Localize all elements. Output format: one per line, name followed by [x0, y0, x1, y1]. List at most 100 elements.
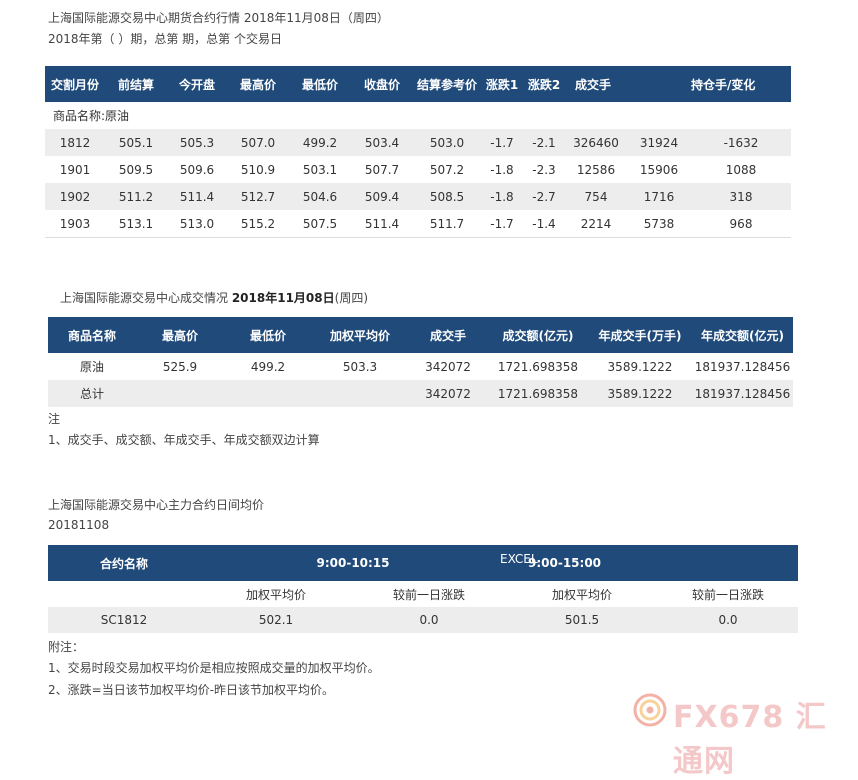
cell: 507.7	[364, 162, 400, 177]
col-product: 商品名称	[48, 317, 136, 353]
col-session-morning: 9:00-10:15	[200, 545, 506, 581]
subheader-weighted-avg-2: 加权平均价	[551, 587, 612, 602]
table-row: 原油 525.9 499.2 503.3 342072 1721.698358 3589.1…	[48, 353, 793, 380]
footnote-line-2: 2、涨跌=当日该节加权平均价-昨日该节加权平均价。	[48, 683, 335, 697]
table2-header-row: 商品名称 最高价 最低价 加权平均价 成交手 成交额(亿元) 年成交手(万手) …	[48, 317, 793, 353]
category-row: 商品名称:原油	[45, 102, 791, 129]
cell: 318	[691, 183, 791, 210]
excel-link[interactable]: EXCEL	[500, 552, 538, 566]
col-blank	[627, 66, 691, 102]
col-session-full: 9:00-15:00	[506, 545, 798, 581]
cell: 326460	[565, 129, 627, 156]
cell: 525.9	[162, 359, 198, 374]
cell: 181937.128456	[694, 359, 791, 374]
cell: 503.4	[351, 129, 413, 156]
cell: 501.5	[506, 607, 658, 633]
watermark: FX678 汇通网	[633, 690, 843, 779]
cell: 511.7	[413, 210, 481, 238]
cell: 1721.698358	[488, 380, 588, 407]
col-annual-volume: 年成交手(万手)	[588, 317, 692, 353]
cell: 504.6	[289, 183, 351, 210]
cell: 513.0	[167, 210, 227, 238]
note-line-1: 1、成交手、成交额、年成交手、年成交额双边计算	[48, 433, 320, 447]
cell: 509.6	[179, 162, 215, 177]
cell: 1901	[59, 162, 91, 177]
col-annual-turnover: 年成交额(亿元)	[692, 317, 793, 353]
cell: 2214	[565, 210, 627, 238]
cell: 1716	[627, 183, 691, 210]
subheader-change-1: 较前一日涨跌	[392, 587, 465, 602]
cell: 1088	[725, 162, 757, 177]
col-close: 收盘价	[351, 66, 413, 102]
heading-date: 2018年11月08日	[231, 291, 335, 305]
cell: 502.1	[200, 607, 352, 633]
cell: 507.5	[289, 210, 351, 238]
subheader-change-2: 较前一日涨跌	[691, 587, 764, 602]
col-open-interest: 持仓手/变化	[691, 66, 791, 102]
cell: 511.2	[105, 183, 167, 210]
cell: SC1812	[48, 607, 200, 633]
cell: 总计	[48, 380, 136, 407]
cell: 513.1	[105, 210, 167, 238]
cell: 181937.128456	[692, 380, 793, 407]
cell: 754	[565, 183, 627, 210]
col-turnover: 成交额(亿元)	[488, 317, 588, 353]
heading-text: 上海国际能源交易中心成交情况	[60, 291, 232, 305]
col-open: 今开盘	[167, 66, 227, 102]
cell: 511.4	[167, 183, 227, 210]
cell: 0.0	[352, 607, 506, 633]
note-label: 注	[48, 412, 61, 426]
cell: -2.3	[532, 162, 556, 177]
table-row: 1812 505.1 505.3 507.0 499.2 503.4 503.0 -1.7 -2…	[45, 129, 791, 156]
col-volume: 成交手	[565, 66, 627, 102]
col-low: 最低价	[289, 66, 351, 102]
col-weighted-avg: 加权平均价	[312, 317, 408, 353]
cell	[224, 380, 312, 407]
cell: -1.8	[481, 183, 523, 210]
cell: 0.0	[658, 607, 798, 633]
trading-summary-table: 商品名称 最高价 最低价 加权平均价 成交手 成交额(亿元) 年成交手(万手) …	[48, 317, 793, 407]
cell: 503.0	[413, 129, 481, 156]
cell: 1903	[45, 210, 105, 238]
cell: -1.7	[481, 129, 523, 156]
cell: 503.3	[342, 359, 378, 374]
main-contract-table: 合约名称 9:00-10:15 9:00-15:00 加权平均价 较前一日涨跌 …	[48, 545, 798, 633]
cell: 512.7	[227, 183, 289, 210]
table-row: 1903 513.1 513.0 515.2 507.5 511.4 511.7 -1.7 -1…	[45, 210, 791, 238]
main-contract-date: 20181108	[48, 518, 110, 532]
subheader-row: 加权平均价 较前一日涨跌 加权平均价 较前一日涨跌	[48, 581, 798, 607]
col-prev-settle: 前结算	[105, 66, 167, 102]
cell: 507.0	[227, 129, 289, 156]
cell: 508.5	[413, 183, 481, 210]
cell: -2.7	[523, 183, 565, 210]
cell: 511.4	[351, 210, 413, 238]
col-change2: 涨跌2	[523, 66, 565, 102]
cell: -1.8	[490, 162, 514, 177]
category-label: 商品名称:原油	[45, 102, 791, 129]
footnote-label: 附注：	[48, 640, 85, 654]
watermark-text: FX678 汇通网	[673, 700, 827, 779]
cell: -1.4	[523, 210, 565, 238]
fx678-logo-icon	[633, 693, 667, 727]
col-high: 最高价	[227, 66, 289, 102]
col-high: 最高价	[136, 317, 224, 353]
cell: 510.9	[240, 162, 276, 177]
cell: 12586	[576, 162, 616, 177]
cell: 原油	[79, 360, 104, 374]
cell: 499.2	[289, 129, 351, 156]
table3-header-row: 合约名称 9:00-10:15 9:00-15:00	[48, 545, 798, 581]
col-delivery-month: 交割月份	[45, 66, 105, 102]
cell: -1.7	[481, 210, 523, 238]
cell: 15906	[639, 162, 679, 177]
col-contract-name: 合约名称	[48, 545, 200, 581]
cell: 968	[691, 210, 791, 238]
table-row: 1902 511.2 511.4 512.7 504.6 509.4 508.5 -1.8 -2…	[45, 183, 791, 210]
trading-summary-heading: 上海国际能源交易中心成交情况 2018年11月08日(周四)	[60, 289, 368, 306]
col-low: 最低价	[224, 317, 312, 353]
cell: 1812	[45, 129, 105, 156]
subheader-weighted-avg-1: 加权平均价	[245, 587, 306, 602]
cell: 1721.698358	[497, 359, 579, 374]
futures-quote-table: 交割月份 前结算 今开盘 最高价 最低价 收盘价 结算参考价 涨跌1 涨跌2 成…	[45, 66, 791, 238]
cell: 499.2	[250, 359, 286, 374]
cell: 509.4	[351, 183, 413, 210]
